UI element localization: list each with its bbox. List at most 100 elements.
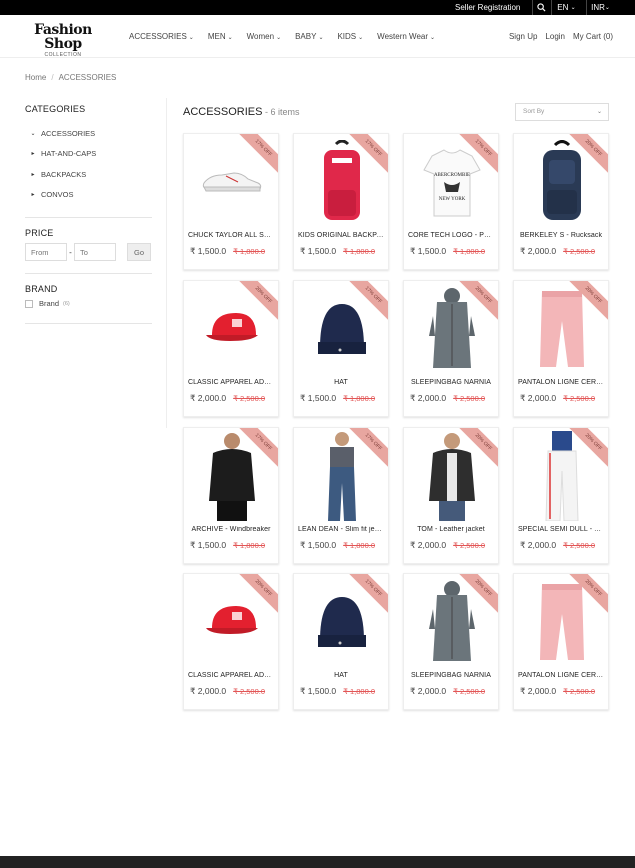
product-name[interactable]: ARCHIVE - Windbreaker [188,526,274,533]
price-to-input[interactable] [74,243,116,261]
current-price: ₹ 2,000.0 [520,540,557,550]
nav-item-accessories[interactable]: ACCESSORIES ⌄ [129,32,194,41]
product-card[interactable]: 20% OFF TOM - Leather jacket ₹ 2,000.0 ₹ 2,… [403,427,499,564]
product-card[interactable]: 17% OFF LEAN DEAN - Slim fit jeans ₹ 1,500… [293,427,389,564]
product-name[interactable]: SPECIAL SEMI DULL - Tracksuit [518,526,604,533]
product-card[interactable]: 20% OFFPANTALON LIGNE CEREMONIE₹ 2,000.0… [513,280,609,417]
product-price: ₹ 1,500.0 ₹ 1,800.0 [190,540,265,551]
chevron-down-icon: ⌄ [276,35,282,41]
category-convos[interactable]: ▸ CONVOS [25,185,152,206]
current-price: ₹ 2,000.0 [190,393,227,403]
product-card[interactable]: 17% OFF KIDS ORIGINAL BACKPACK ₹ 1,500.0 ₹ … [293,133,389,270]
current-price: ₹ 1,500.0 [190,246,227,256]
product-price: ₹ 1,500.0 ₹ 1,800.0 [300,540,375,551]
product-price: ₹ 2,000.0 ₹ 2,500.0 [190,686,265,697]
original-price: ₹ 2,500.0 [453,687,486,696]
product-card[interactable]: 20% OFFCLASSIC APPAREL ADJUSTABLE₹ 2,000… [183,280,279,417]
checkbox[interactable] [25,299,33,308]
product-card[interactable]: 20% OFF SLEEPINGBAG NARNIA ₹ 2,000.0 ₹ 2,50… [403,573,499,710]
nav-item-women[interactable]: Women ⌄ [247,32,281,41]
product-card[interactable]: 17% OFF CHUCK TAYLOR ALL STAR ₹ 1,500.0 ₹ 1… [183,133,279,270]
category-hat-and-caps[interactable]: ▸ HAT-AND-CAPS [25,144,152,165]
category-backpacks[interactable]: ▸ BACKPACKS [25,164,152,185]
brand-count: (6) [63,300,70,307]
original-price: ₹ 2,500.0 [453,394,486,403]
seller-registration-link[interactable]: Seller Registration [455,3,520,12]
price-from-input[interactable] [25,243,67,261]
product-card[interactable]: 20% OFF BERKELEY S - Rucksack ₹ 2,000.0 ₹ 2… [513,133,609,270]
chevron-down-icon: ⌄ [227,35,233,41]
product-name[interactable]: CORE TECH LOGO - PRINT [408,232,494,239]
product-card[interactable]: 20% OFF SLEEPINGBAG NARNIA ₹ 2,000.0 ₹ 2,50… [403,280,499,417]
product-card[interactable]: 17% OFF HAT ₹ 1,500.0 ₹ 1,800.0 [293,573,389,710]
product-price: ₹ 2,000.0 ₹ 2,500.0 [410,540,485,551]
current-price: ₹ 1,500.0 [190,540,227,550]
product-name[interactable]: CLASSIC APPAREL ADJUSTABLE [188,379,274,386]
price-dash: - [69,247,72,257]
chevron-down-icon: ⌄ [596,109,602,115]
language-select[interactable]: EN ⌄ [551,0,581,15]
nav-item-western-wear[interactable]: Western Wear ⌄ [377,32,435,41]
product-price: ₹ 1,500.0 ₹ 1,800.0 [300,246,375,257]
product-name[interactable]: KIDS ORIGINAL BACKPACK [298,232,384,239]
product-name[interactable]: SLEEPINGBAG NARNIA [408,672,494,679]
category-accessories[interactable]: ⌄ ACCESSORIES [25,123,152,144]
product-price: ₹ 2,000.0 ₹ 2,500.0 [190,393,265,404]
chevron-down-icon: ⌄ [430,35,436,41]
product-card[interactable]: 17% OFF HAT ₹ 1,500.0 ₹ 1,800.0 [293,280,389,417]
product-price: ₹ 2,000.0 ₹ 2,500.0 [520,393,595,404]
product-name[interactable]: HAT [298,379,384,386]
chevron-down-icon: ⌄ [570,5,576,11]
product-card[interactable]: ABERCROMBIE NEW YORK 17% OFF CORE TECH LOGO… [403,133,499,270]
chevron-down-icon: ⌄ [318,35,324,41]
sort-select[interactable]: Sort By ⌄ [515,103,609,121]
logo[interactable]: Fashion Shop COLLECTION [28,23,98,58]
product-name[interactable]: HAT [298,672,384,679]
product-card[interactable]: 20% OFFPANTALON LIGNE CEREMONIE₹ 2,000.0… [513,573,609,710]
svg-text:NEW YORK: NEW YORK [439,197,466,202]
original-price: ₹ 1,800.0 [233,541,266,550]
breadcrumb-home[interactable]: Home [25,73,46,82]
product-name[interactable]: SLEEPINGBAG NARNIA [408,379,494,386]
signup-link[interactable]: Sign Up [509,32,537,41]
chevron-down-icon: ⌄ [188,35,194,41]
nav-label: ACCESSORIES [129,32,187,41]
header-actions: Sign Up Login My Cart (0) [501,32,613,41]
sidebar-divider [166,98,167,428]
product-card[interactable]: 20% OFFCLASSIC APPAREL ADJUSTABLE₹ 2,000… [183,573,279,710]
original-price: ₹ 2,500.0 [563,394,596,403]
original-price: ₹ 1,800.0 [343,687,376,696]
nav-label: MEN [207,32,226,41]
product-name[interactable]: CLASSIC APPAREL ADJUSTABLE [188,672,274,679]
original-price: ₹ 1,800.0 [343,247,376,256]
nav-item-baby[interactable]: BABY ⌄ [295,32,323,41]
brand-filter-option[interactable]: Brand (6) [25,299,152,308]
svg-text:ABERCROMBIE: ABERCROMBIE [434,173,470,178]
search-icon[interactable] [532,0,550,15]
nav-label: Western Wear [377,32,429,41]
current-price: ₹ 2,000.0 [520,393,557,403]
product-name[interactable]: BERKELEY S - Rucksack [518,232,604,239]
currency-select[interactable]: INR ⌄ [586,0,614,15]
brand-label: Brand [39,299,60,308]
product-price: ₹ 1,500.0 ₹ 1,800.0 [300,393,375,404]
product-card[interactable]: 20% OFFSPECIAL SEMI DULL - Tracksuit₹ 2,… [513,427,609,564]
product-card[interactable]: 17% OFF ARCHIVE - Windbreaker ₹ 1,500.0 ₹ 1… [183,427,279,564]
product-name[interactable]: PANTALON LIGNE CEREMONIE [518,672,604,679]
breadcrumb: Home / ACCESSORIES [25,73,116,82]
product-name[interactable]: TOM - Leather jacket [408,526,494,533]
price-go-button[interactable]: Go [127,243,151,261]
brand-heading: BRAND [25,284,58,294]
cart-link[interactable]: My Cart (0) [573,32,613,41]
product-name[interactable]: PANTALON LIGNE CEREMONIE [518,379,604,386]
nav-item-men[interactable]: MEN ⌄ [208,32,233,41]
product-name[interactable]: LEAN DEAN - Slim fit jeans [298,526,384,533]
current-price: ₹ 2,000.0 [410,393,447,403]
nav-item-kids[interactable]: KIDS ⌄ [337,32,363,41]
product-name[interactable]: CHUCK TAYLOR ALL STAR [188,232,274,239]
product-price: ₹ 2,000.0 ₹ 2,500.0 [410,393,485,404]
top-bar: Seller Registration EN ⌄ INR ⌄ [0,0,635,15]
product-price: ₹ 2,000.0 ₹ 2,500.0 [520,686,595,697]
login-link[interactable]: Login [545,32,565,41]
price-heading: PRICE [25,228,54,238]
